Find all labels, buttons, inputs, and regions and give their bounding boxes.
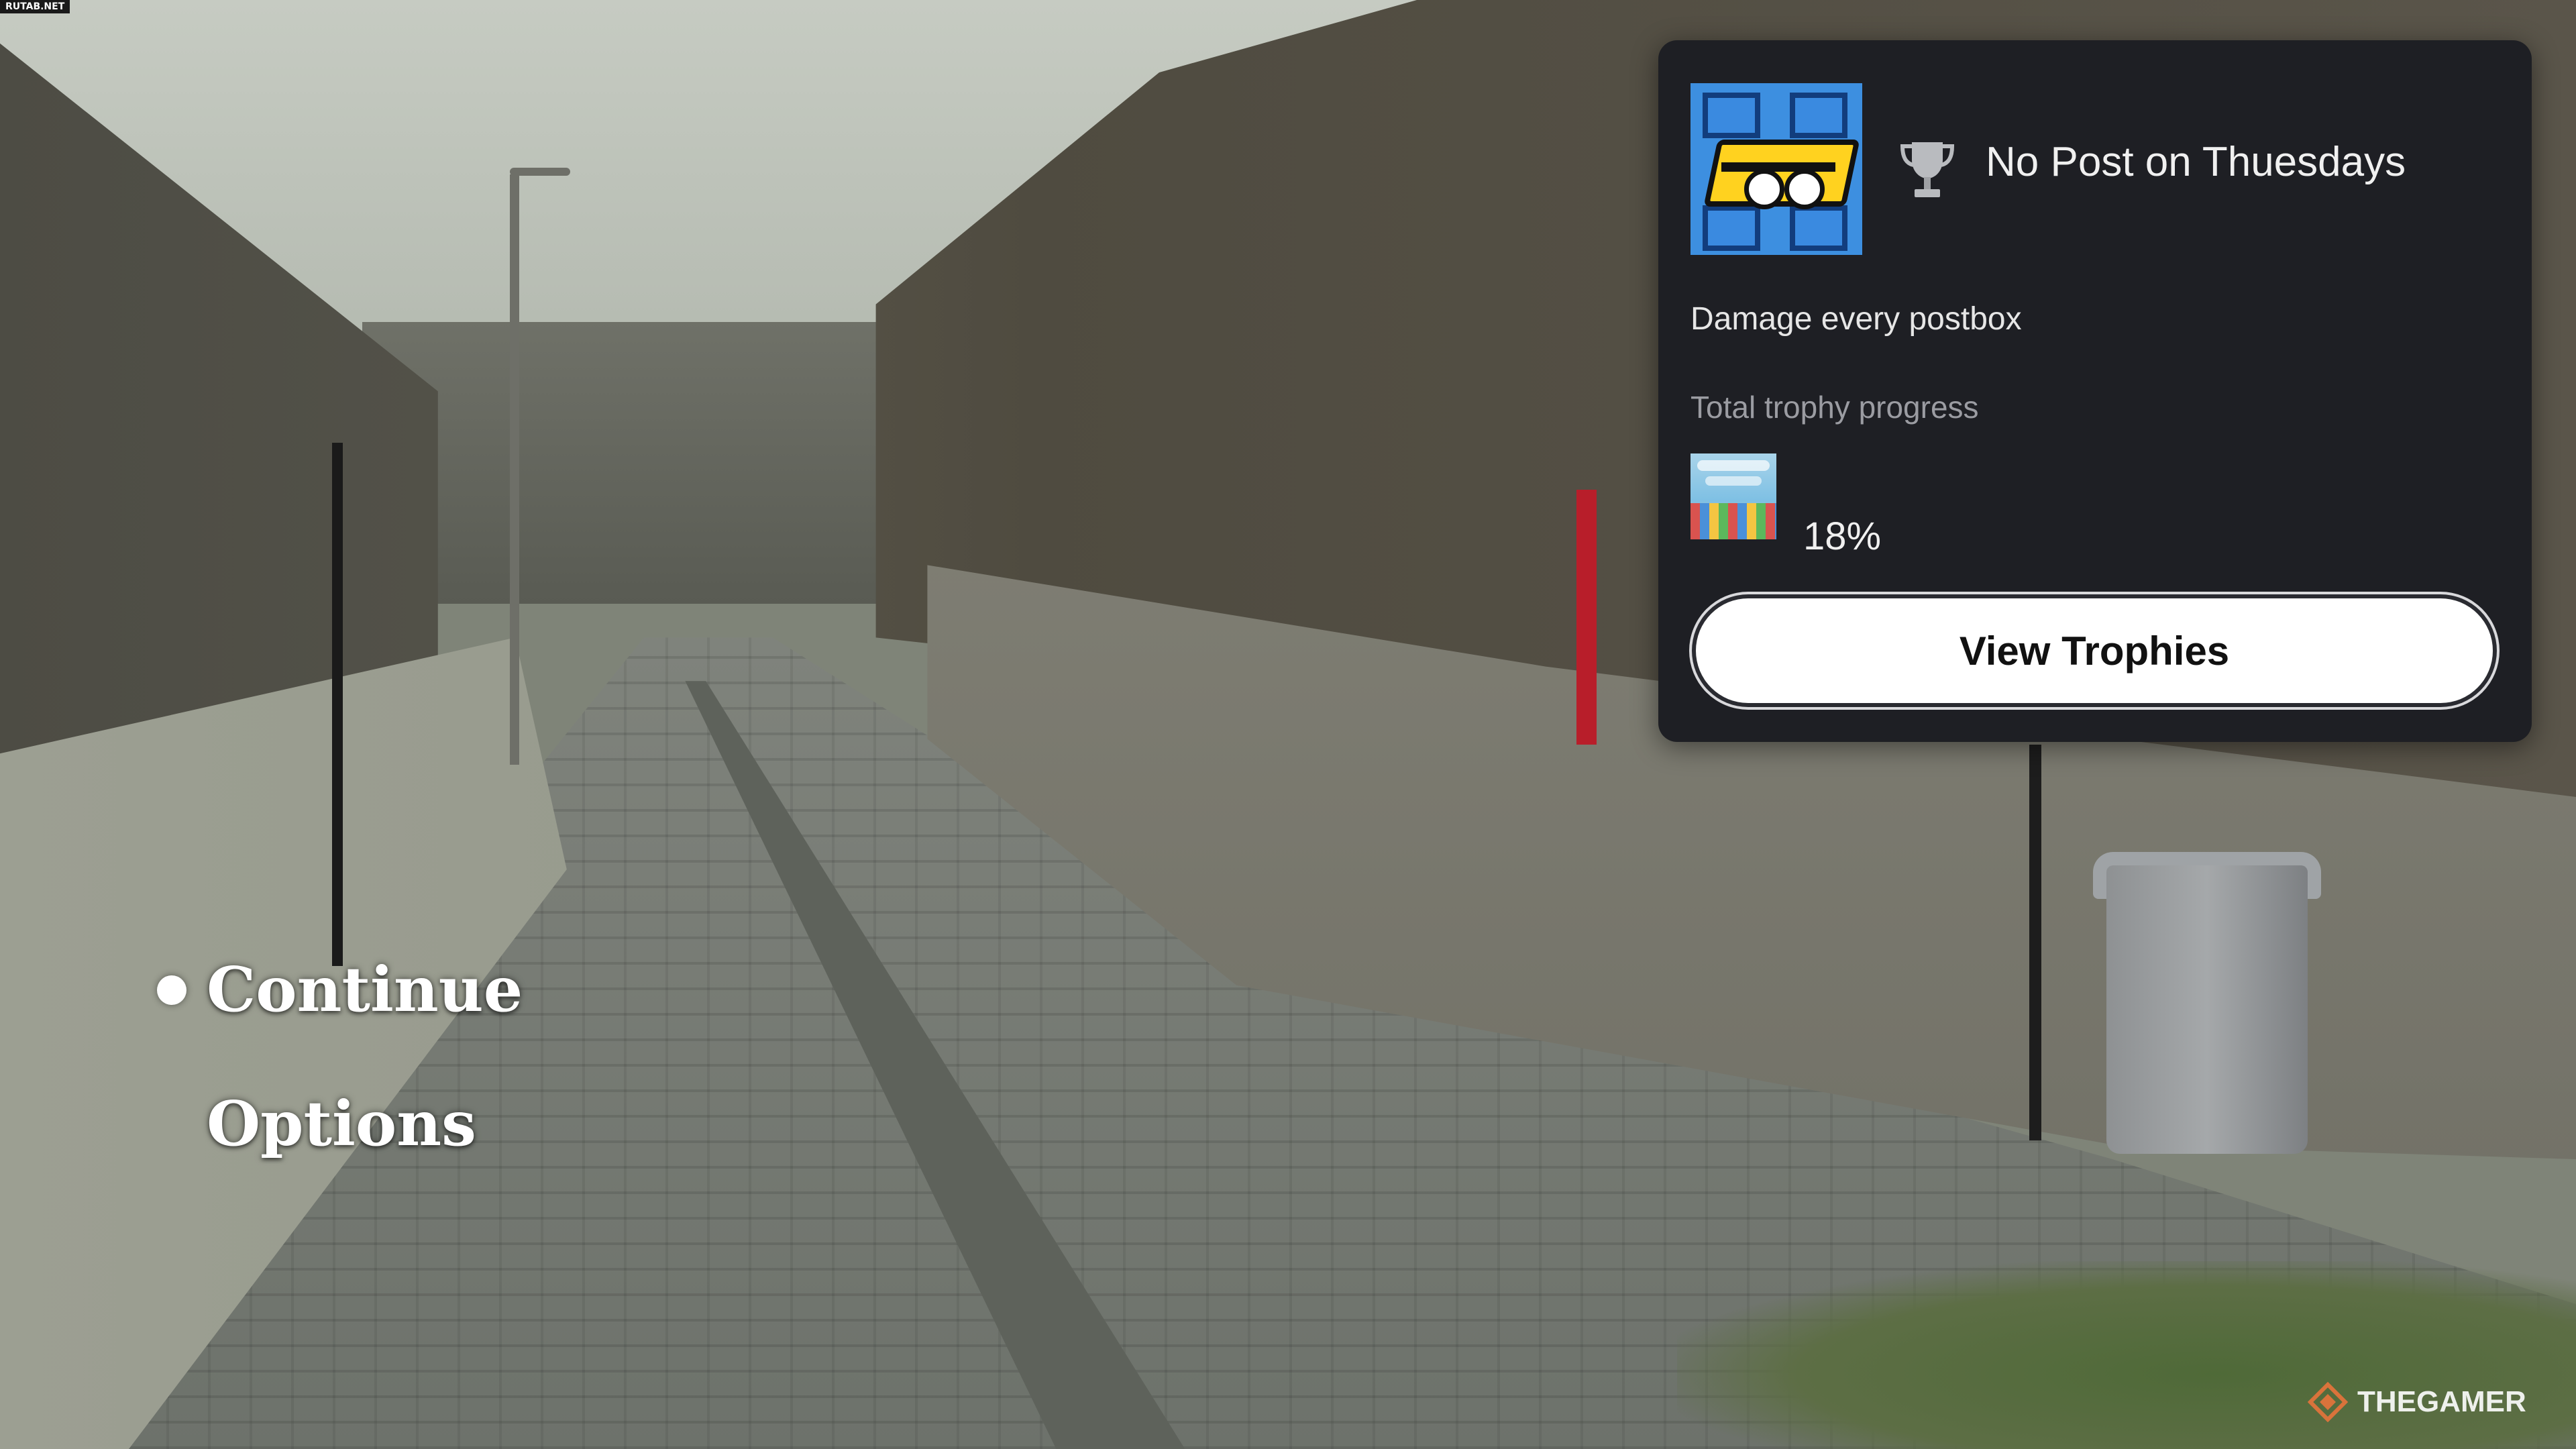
trophy-progress-label: Total trophy progress [1690,390,1979,425]
street-lamp [510,174,519,765]
dustbin [2106,865,2308,1154]
main-menu: Continue Options [153,953,523,1221]
red-post [1576,490,1597,745]
selection-bullet-icon [157,975,186,1005]
watermark-top-left: RUTAB.NET [0,0,70,13]
trophy-progress-percent: 18% [1803,515,1882,558]
trophy-popup: No Post on Thuesdays Damage every postbo… [1658,40,2532,742]
watermark-bottom-right: THEGAMER [2308,1382,2526,1422]
street-lamp-arm [510,168,570,176]
trophy-artwork-postbox-icon [1690,83,1862,255]
far-houses [362,322,912,604]
trophy-cup-icon [1900,142,1955,197]
menu-item-label: Options [207,1087,476,1160]
black-post-right [2029,745,2041,1140]
view-trophies-button[interactable]: View Trophies [1696,598,2493,703]
thegamer-logo-icon [2308,1382,2348,1422]
game-cover-thumbnail [1690,453,1776,539]
menu-item-label: Continue [207,953,523,1026]
black-post-left [332,443,343,966]
trophy-description: Damage every postbox [1690,301,2022,337]
trophy-title: No Post on Thuesdays [1986,139,2406,185]
menu-item-continue[interactable]: Continue [153,953,523,1087]
menu-item-options[interactable]: Options [153,1087,523,1221]
watermark-text: THEGAMER [2357,1385,2526,1418]
